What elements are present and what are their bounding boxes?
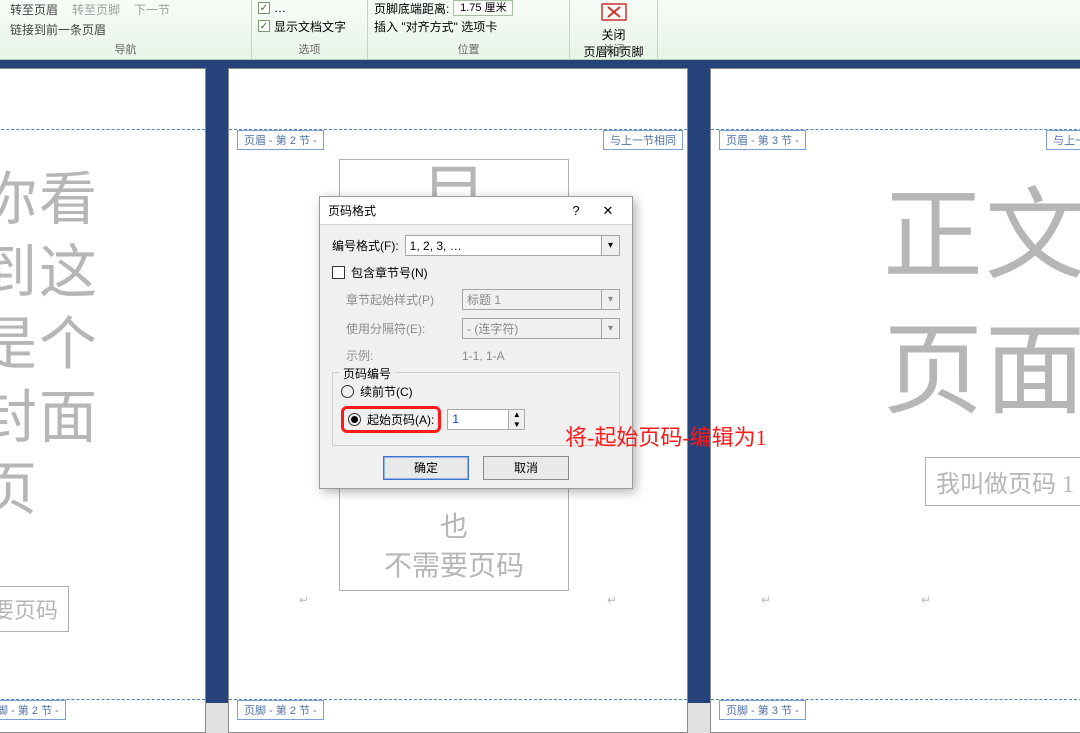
chevron-down-icon: ▾ bbox=[601, 236, 619, 255]
page2-center-mid: 也 bbox=[344, 508, 564, 547]
show-doc-text-label: 显示文档文字 bbox=[274, 18, 346, 35]
same-as-previous-tag: 与上一 bbox=[1046, 130, 1080, 150]
start-at-value: 1 bbox=[448, 410, 508, 429]
spin-up-icon[interactable]: ▲ bbox=[509, 410, 524, 420]
goto-header-button[interactable]: 转至页眉 bbox=[4, 0, 64, 20]
annotation-text: 将-起始页码-编辑为1 bbox=[565, 420, 767, 452]
chapter-style-value: 标题 1 bbox=[467, 291, 501, 308]
spin-down-icon[interactable]: ▼ bbox=[509, 420, 524, 430]
include-chapter-label: 包含章节号(N) bbox=[351, 264, 428, 281]
paragraph-mark-icon: ↵ bbox=[921, 593, 931, 607]
start-at-spinbox[interactable]: 1 ▲▼ bbox=[447, 409, 525, 430]
page2-center-bot: 不需要页码 bbox=[344, 547, 564, 586]
example-label: 示例: bbox=[346, 347, 456, 364]
chevron-down-icon: ▾ bbox=[601, 290, 619, 309]
page1-footer-box: 需要页码 bbox=[0, 586, 69, 632]
start-at-highlight: 起始页码(A): bbox=[341, 406, 441, 433]
footer-tag: 页脚 - 第 2 节 - bbox=[237, 700, 324, 720]
paragraph-mark-icon: ↵ bbox=[761, 593, 771, 607]
ribbon-group-position: 页脚底端距离:1.75 厘米 插入 "对齐方式" 选项卡 位置 bbox=[368, 0, 570, 59]
example-value: 1-1, 1-A bbox=[462, 349, 505, 363]
goto-footer-button[interactable]: 转至页脚 bbox=[66, 0, 126, 20]
same-as-previous-tag: 与上一节相同 bbox=[603, 130, 683, 150]
group-legend: 页码编号 bbox=[339, 365, 395, 382]
ribbon-group-label: 关闭 bbox=[570, 41, 657, 57]
header-tag: 页眉 - 第 3 节 - bbox=[719, 130, 806, 150]
ribbon-group-options: ✓ … ✓ 显示文档文字 选项 bbox=[252, 0, 368, 59]
include-chapter-checkbox[interactable] bbox=[332, 266, 345, 279]
separator-combo: - (连字符) ▾ bbox=[462, 318, 620, 339]
continue-label: 续前节(C) bbox=[360, 383, 413, 400]
start-at-label: 起始页码(A): bbox=[367, 411, 434, 428]
ribbon: 转至页眉 转至页脚 下一节 链接到前一条页眉 导航 ✓… ✓显示文档文字 选项 … bbox=[0, 0, 1080, 60]
ok-button[interactable]: 确定 bbox=[383, 456, 469, 480]
page-3: 页眉 - 第 3 节 - 与上一 正文 页面 我叫做页码 1 页脚 - 第 3 … bbox=[710, 68, 1080, 733]
page3-number-box: 我叫做页码 1 bbox=[925, 457, 1080, 506]
close-button[interactable]: ✕ bbox=[592, 200, 624, 222]
chapter-style-label: 章节起始样式(P) bbox=[346, 291, 456, 308]
continue-radio[interactable] bbox=[341, 385, 354, 398]
ribbon-group-label: 选项 bbox=[252, 41, 367, 57]
chapter-style-combo: 标题 1 ▾ bbox=[462, 289, 620, 310]
page3-body-text: 正文 页面 bbox=[883, 169, 1080, 439]
ribbon-group-close: 关闭 页眉和页脚 关闭 bbox=[570, 0, 658, 59]
footer-distance-label: 页脚底端距离: bbox=[374, 0, 449, 17]
option-label: … bbox=[274, 1, 286, 15]
checkbox-show-doc-text[interactable]: ✓ bbox=[258, 20, 270, 32]
separator-value: - (连字符) bbox=[467, 320, 518, 337]
page-1: 你看 到这 是个 封面 页 需要页码 页脚 - 第 2 节 - bbox=[0, 68, 206, 733]
ribbon-group-label: 导航 bbox=[0, 41, 251, 57]
number-format-label: 编号格式(F): bbox=[332, 237, 399, 254]
next-section-button[interactable]: 下一节 bbox=[128, 0, 176, 20]
cancel-button[interactable]: 取消 bbox=[483, 456, 569, 480]
separator-label: 使用分隔符(E): bbox=[346, 320, 456, 337]
chevron-down-icon: ▾ bbox=[601, 319, 619, 338]
ribbon-group-nav: 转至页眉 转至页脚 下一节 链接到前一条页眉 导航 bbox=[0, 0, 252, 59]
page1-body-text: 你看 到这 是个 封面 页 bbox=[0, 164, 99, 527]
footer-distance-input[interactable]: 1.75 厘米 bbox=[453, 0, 513, 16]
help-button[interactable]: ? bbox=[560, 200, 592, 222]
link-to-previous-button[interactable]: 链接到前一条页眉 bbox=[4, 19, 112, 40]
paragraph-mark-icon: ↵ bbox=[607, 593, 617, 607]
start-at-radio[interactable] bbox=[348, 413, 361, 426]
header-tag: 页眉 - 第 2 节 - bbox=[237, 130, 324, 150]
number-format-combo[interactable]: 1, 2, 3, … ▾ bbox=[405, 235, 620, 256]
footer-tag: 页脚 - 第 3 节 - bbox=[719, 700, 806, 720]
checkbox-icon[interactable]: ✓ bbox=[258, 2, 270, 14]
footer-tag: 页脚 - 第 2 节 - bbox=[0, 700, 66, 720]
insert-align-tab-button[interactable]: 插入 "对齐方式" 选项卡 bbox=[374, 18, 497, 35]
number-format-value: 1, 2, 3, … bbox=[410, 239, 462, 253]
ribbon-group-label: 位置 bbox=[368, 41, 569, 57]
close-icon bbox=[601, 3, 627, 21]
dialog-title: 页码格式 bbox=[328, 202, 560, 219]
paragraph-mark-icon: ↵ bbox=[299, 593, 309, 607]
